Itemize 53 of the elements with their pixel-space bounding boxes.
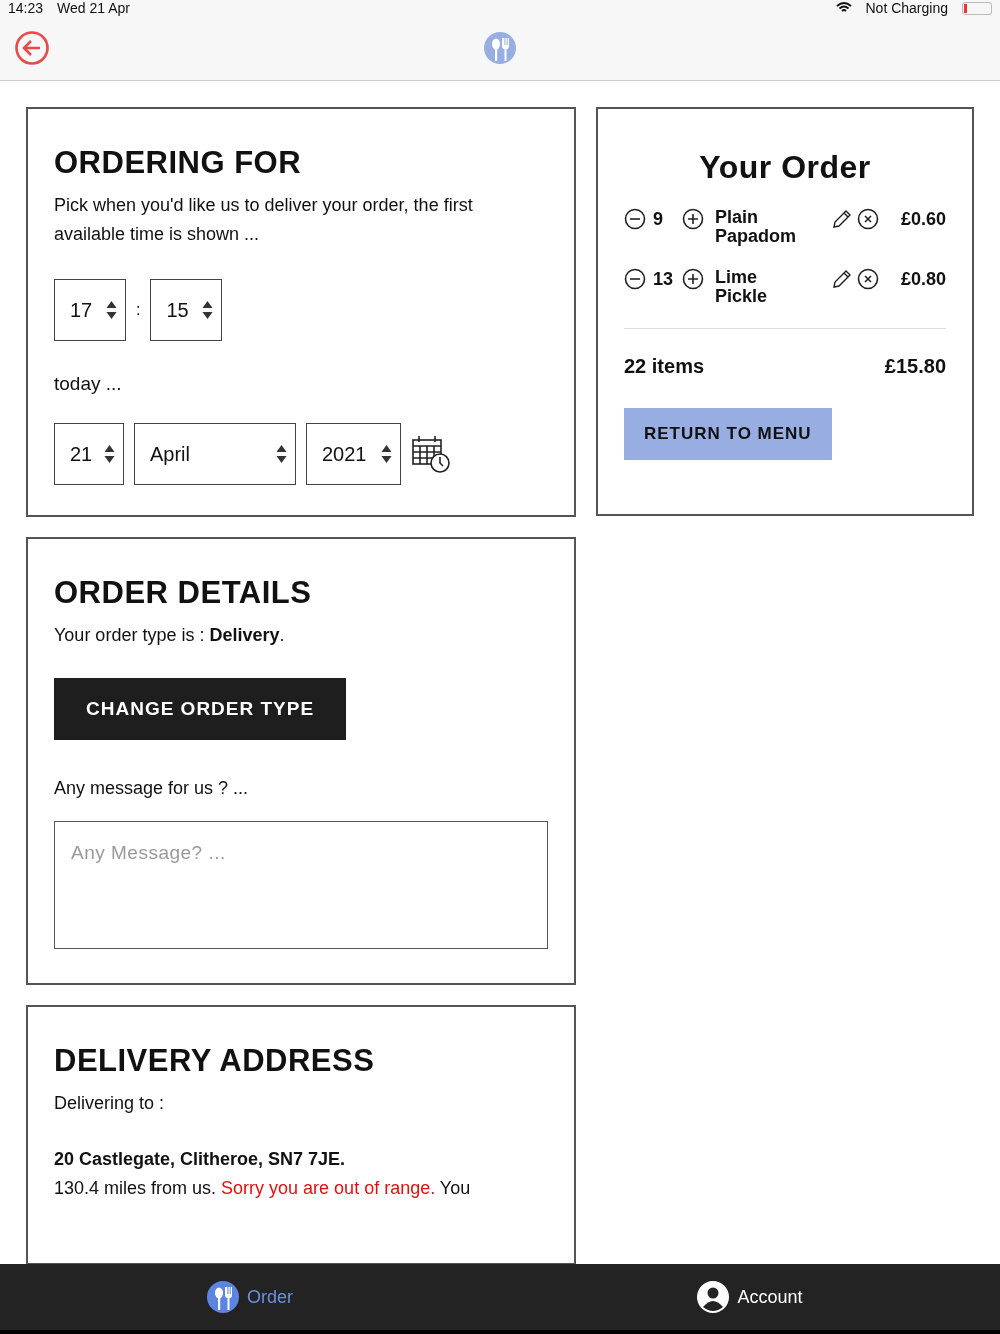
tab[interactable]: Order [0,1264,500,1330]
message-label: Any message for us ? ... [54,777,250,800]
item-name: Plain Papadom [715,208,798,246]
item-quantity: 9 [653,208,664,230]
charging-status: Not Charging [865,1,948,15]
month-select[interactable]: April [134,423,296,485]
minute-select[interactable]: 15 [150,279,223,341]
tab[interactable]: Account [500,1264,1000,1330]
wifi-icon [835,2,852,14]
day-label: today ... [54,373,123,395]
minus-icon[interactable] [624,208,646,230]
section-title: ORDERING FOR [54,145,303,181]
plus-icon[interactable] [682,208,704,230]
user-icon [697,1281,730,1313]
remove-icon[interactable] [857,208,879,230]
item-quantity: 13 [653,268,675,290]
pencil-icon[interactable] [831,268,853,290]
total-price: £15.80 [884,355,946,378]
order-type-text: Your order type is : Delivery. [54,624,286,647]
range-note: 130.4 miles from us. Sorry you are out of range. You [54,1177,472,1200]
total-items: 22 items [624,355,705,378]
item-name: Lime Pickle [715,268,769,306]
spinner-arrows-icon [202,300,214,320]
pencil-icon[interactable] [831,208,853,230]
plus-icon[interactable] [682,268,704,290]
return-to-menu-button[interactable]: RETURN TO MENU [624,408,832,460]
remove-icon[interactable] [857,268,879,290]
spinner-arrows-icon [276,444,287,464]
spinner-arrows-icon [381,444,392,464]
back-icon[interactable] [14,30,50,66]
section-title: ORDER DETAILS [54,575,313,611]
delivering-label: Delivering to : [54,1092,166,1115]
battery-icon [962,1,992,15]
calendar-clock-icon[interactable] [411,434,451,474]
change-order-type-button[interactable]: CHANGE ORDER TYPE [54,678,347,740]
cutlery-icon [484,32,516,64]
item-price: £0.80 [899,268,946,290]
time-separator: : [136,301,141,319]
status-date: Wed 21 Apr [57,1,130,15]
item-price: £0.60 [899,208,946,230]
minus-icon[interactable] [624,268,646,290]
spinner-arrows-icon [104,444,115,464]
description: Pick when you'd like us to deliver your order, the first available time is shown ... [54,194,474,246]
address: 20 Castlegate, Clitheroe, SN7 7JE. [54,1148,347,1171]
cutlery-icon [207,1281,239,1313]
spinner-arrows-icon [106,300,117,320]
year-select[interactable]: 2021 [306,423,401,485]
message-field[interactable]: Any Message? ... [54,821,548,949]
hour-select[interactable]: 17 [54,279,126,341]
day-select[interactable]: 21 [54,423,124,485]
section-title: DELIVERY ADDRESS [54,1043,376,1079]
order-title: Your Order [698,149,872,186]
status-time: 14:23 [8,1,44,15]
